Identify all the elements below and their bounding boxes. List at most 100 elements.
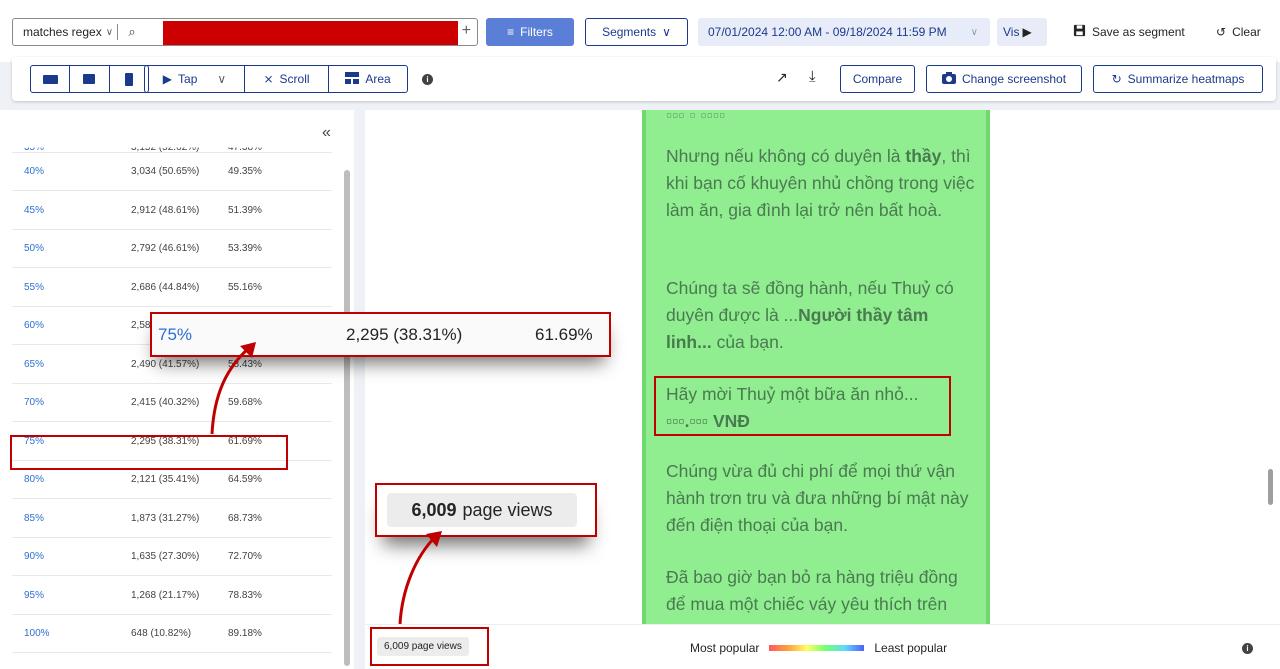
undo-icon: ↺ xyxy=(1216,25,1227,39)
row-percent: 60% xyxy=(24,320,45,331)
row-remaining: 58.43% xyxy=(228,358,262,370)
share-icon[interactable]: ↗ xyxy=(776,69,788,86)
heatmap-footer: 6,009 page views Most popular Least popu… xyxy=(365,624,1280,669)
table-row[interactable]: 95% 1,268 (21.17%) 78.83% xyxy=(12,577,332,615)
row-75-highlight-box xyxy=(10,435,288,470)
heatmap-toolbar: ▶ Tap ∨ ⨯ Scroll Area i ↗ ⤓ Compare Chan… xyxy=(12,57,1276,101)
row-count: 1,873 (31.27%) xyxy=(131,512,200,524)
row-count: 2,415 (40.32%) xyxy=(131,397,200,408)
top-bar: matches regex ∨ ⌕ + ≡ Filters Segments ∨… xyxy=(0,0,1280,62)
most-popular-label: Most popular xyxy=(690,641,760,655)
row-count: 2,121 (35.41%) xyxy=(131,474,200,485)
table-row[interactable]: 35% 3,152 (52.62%) 47.38% xyxy=(12,128,332,153)
table-row[interactable]: 100% 648 (10.82%) 89.18% xyxy=(12,615,332,653)
visible-toggle[interactable]: Vis ▶ xyxy=(997,18,1047,46)
info-icon[interactable]: i xyxy=(1242,643,1253,654)
row-count: 3,034 (50.65%) xyxy=(131,166,200,177)
row-count: 2,490 (41.57%) xyxy=(131,358,200,370)
heatmap-mode-selector: ▶ Tap ∨ ⨯ Scroll Area xyxy=(144,65,408,93)
row-remaining: 78.83% xyxy=(228,589,262,601)
row-remaining: 72.70% xyxy=(228,551,262,562)
url-filter: matches regex ∨ ⌕ + xyxy=(12,18,478,46)
row-remaining: 49.35% xyxy=(228,166,262,177)
page-screenshot: ▫▫▫ ▫ ▫▫▫▫ Nhưng nếu không có duyên là t… xyxy=(642,110,990,624)
table-row[interactable]: 55% 2,686 (44.84%) 55.16% xyxy=(12,269,332,307)
row-remaining: 89.18% xyxy=(228,628,262,639)
scroll-mode-button[interactable]: ⨯ Scroll xyxy=(245,66,329,92)
chevron-down-icon: ∨ xyxy=(970,26,978,38)
table-row[interactable]: 45% 2,912 (48.61%) 51.39% xyxy=(12,192,332,230)
table-row[interactable]: 40% 3,034 (50.65%) 49.35% xyxy=(12,153,332,191)
row-percent: 55% xyxy=(24,281,45,293)
search-icon: ⌕ xyxy=(128,24,136,39)
change-screenshot-button[interactable]: Change screenshot xyxy=(926,65,1082,93)
download-icon[interactable]: ⤓ xyxy=(809,68,816,85)
row-percent: 80% xyxy=(24,474,45,485)
row-remaining: 68.73% xyxy=(228,512,262,524)
cursor-icon: ▶ xyxy=(162,72,173,86)
collapse-panel-icon[interactable]: « xyxy=(322,124,331,142)
row-remaining: 64.59% xyxy=(228,474,262,485)
save-as-segment-button[interactable]: Save as segment xyxy=(1073,18,1185,46)
paragraph-2: Chúng ta sẽ đồng hành, nếu Thuỷ có duyên… xyxy=(666,278,954,352)
desktop-icon xyxy=(42,74,58,84)
paragraph-5: Đã bao giờ bạn bỏ ra hàng triệu đồng để … xyxy=(666,567,958,614)
row-percent: 90% xyxy=(24,551,45,562)
chevron-down-icon: ∨ xyxy=(662,25,671,39)
tablet-icon xyxy=(83,74,96,84)
row-percent: 50% xyxy=(24,243,45,254)
callout-remaining: 61.69% xyxy=(535,325,593,344)
row-percent: 45% xyxy=(24,204,45,216)
callout-count: 2,295 (38.31%) xyxy=(346,325,463,344)
zoomed-page-views-callout: 6,009 page views xyxy=(375,483,597,537)
left-scrollbar[interactable] xyxy=(344,170,350,666)
compare-button[interactable]: Compare xyxy=(840,65,915,93)
heat-gradient-bar xyxy=(769,645,865,651)
desktop-device-button[interactable] xyxy=(31,66,71,92)
row-remaining: 47.38% xyxy=(228,142,262,154)
segments-label: Segments xyxy=(602,25,657,39)
date-range-picker[interactable]: 07/01/2024 12:00 AM - 09/18/2024 11:59 P… xyxy=(698,18,990,46)
paragraph-1: Nhưng nếu không có duyên là thầy, thì kh… xyxy=(666,146,975,220)
row-percent: 95% xyxy=(24,589,45,601)
cut-off-text: ▫▫▫ ▫ ▫▫▫▫ xyxy=(666,110,726,125)
tablet-device-button[interactable] xyxy=(70,66,110,92)
table-row[interactable]: 50% 2,792 (46.61%) 53.39% xyxy=(12,230,332,268)
clear-label: Clear xyxy=(1232,25,1261,39)
filters-button[interactable]: ≡ Filters xyxy=(486,18,574,46)
compare-label: Compare xyxy=(852,72,903,86)
redacted-url-input[interactable] xyxy=(163,21,458,45)
row-count: 648 (10.82%) xyxy=(131,628,192,639)
table-row[interactable]: 70% 2,415 (40.32%) 59.68% xyxy=(12,384,332,422)
regex-mode-label: matches regex xyxy=(23,25,102,39)
page-views-label: page views xyxy=(462,499,553,520)
row-remaining: 55.16% xyxy=(228,281,262,293)
area-mode-button[interactable]: Area xyxy=(329,66,407,92)
row-percent: 40% xyxy=(24,166,45,177)
mobile-device-button[interactable] xyxy=(110,66,148,92)
summarize-heatmaps-button[interactable]: ↻ Summarize heatmaps xyxy=(1093,65,1263,93)
row-remaining: 59.68% xyxy=(228,397,262,408)
chevron-down-icon: ∨ xyxy=(105,26,114,38)
summarize-label: Summarize heatmaps xyxy=(1127,72,1245,86)
zoomed-row-callout: 75% 2,295 (38.31%) 61.69% xyxy=(150,312,611,357)
regex-mode-select[interactable]: matches regex ∨ xyxy=(13,25,117,39)
clear-button[interactable]: ↺ Clear xyxy=(1216,18,1261,46)
row-percent: 100% xyxy=(24,628,50,639)
area-icon xyxy=(345,71,360,87)
row-percent: 70% xyxy=(24,397,45,408)
save-icon xyxy=(1073,24,1086,40)
tap-mode-button[interactable]: ▶ Tap ∨ xyxy=(145,66,245,92)
row-percent: 35% xyxy=(24,142,45,154)
info-icon[interactable]: i xyxy=(422,74,433,85)
add-filter-icon[interactable]: + xyxy=(462,22,471,40)
page-views-highlight-box xyxy=(370,627,489,666)
camera-icon xyxy=(941,71,956,87)
filters-label: Filters xyxy=(520,25,553,39)
right-scrollbar[interactable] xyxy=(1268,469,1273,505)
mobile-icon xyxy=(124,72,133,86)
table-row[interactable]: 90% 1,635 (27.30%) 72.70% xyxy=(12,538,332,576)
table-row[interactable]: 85% 1,873 (31.27%) 68.73% xyxy=(12,500,332,538)
row-count: 1,635 (27.30%) xyxy=(131,551,200,562)
segments-button[interactable]: Segments ∨ xyxy=(585,18,688,46)
